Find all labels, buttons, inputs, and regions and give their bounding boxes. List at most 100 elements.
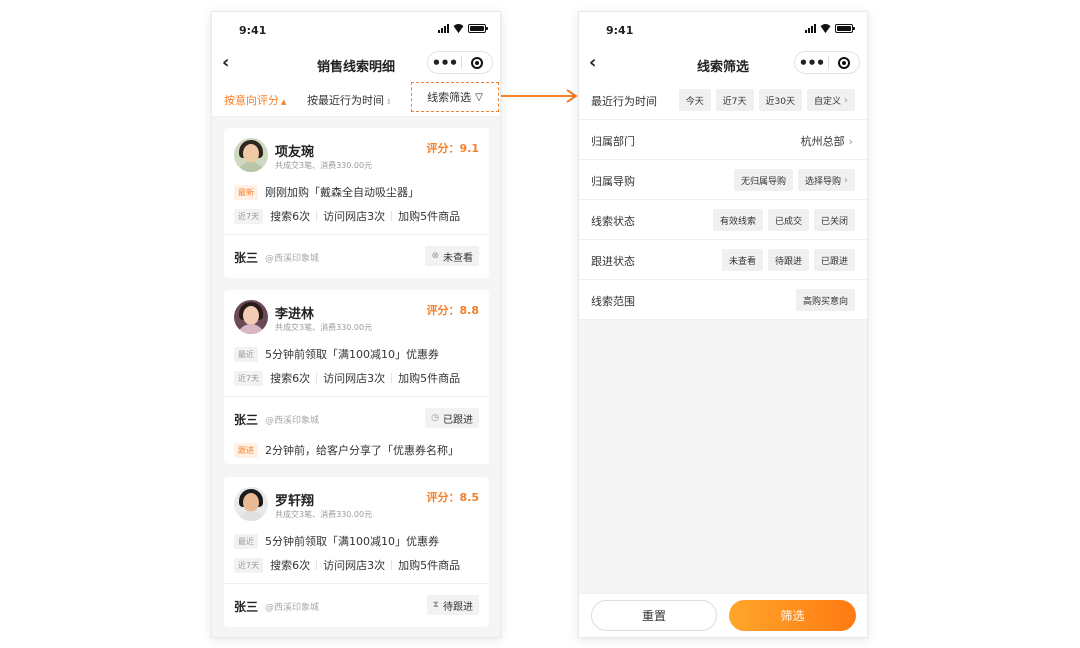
metric: 搜索6次 [270, 559, 311, 572]
sort-by-score[interactable]: 按意向评分 ▲︎ [224, 92, 286, 108]
event-tag: 最近 [234, 346, 258, 362]
chip-unviewed[interactable]: 未查看 [721, 249, 763, 271]
chip-custom[interactable]: 自定义 › [806, 89, 855, 111]
status-badge: ⊗ 未查看 [425, 246, 479, 266]
lead-deals: 共成交3笔、消费330.00元 [275, 161, 373, 170]
filter-label: 归属导购 [591, 175, 635, 188]
metric: 搜索6次 [270, 210, 311, 223]
chip-pending-follow[interactable]: 待跟进 [767, 249, 809, 271]
chip-today[interactable]: 今天 [678, 89, 711, 111]
apply-filter-button[interactable]: 筛选 [729, 600, 856, 631]
lead-deals: 共成交3笔、消费330.00元 [275, 323, 373, 332]
chip-valid-lead[interactable]: 有效线索 [712, 209, 763, 231]
filter-label: 线索状态 [591, 215, 635, 228]
lead-name: 项友琬 [275, 145, 315, 160]
battery-icon [835, 24, 855, 33]
flow-arrow-icon [501, 89, 578, 103]
lead-filter-button[interactable]: 线索筛选 ▽ [411, 82, 499, 112]
filter-row-lead-scope: 线索范围 高购买意向 [579, 280, 867, 320]
filter-icon: ▽ [475, 91, 483, 103]
chip-high-intent[interactable]: 高购买意向 [795, 289, 855, 311]
battery-icon [468, 24, 488, 33]
lead-score: 评分：8.8 [426, 304, 480, 317]
chevron-right-icon: › [844, 94, 848, 106]
bottom-action-bar: 重置 筛选 [579, 593, 867, 637]
store-name: @西溪印象城 [265, 603, 320, 613]
metric: 加购5件商品 [398, 210, 461, 223]
store-name: @西溪印象城 [265, 254, 320, 264]
staff-name: 张三 [234, 413, 259, 427]
avatar [234, 487, 268, 521]
metric: 加购5件商品 [398, 372, 461, 385]
filter-row-follow-status: 跟进状态 未查看 待跟进 已跟进 [579, 240, 867, 280]
avatar [234, 300, 268, 334]
store-name: @西溪印象城 [265, 416, 320, 426]
signal-icon [438, 24, 449, 33]
nav-bar: ‹ 线索筛选 ••• [579, 48, 867, 80]
mini-program-capsule: ••• [794, 51, 860, 74]
department-value[interactable]: 杭州总部 › [801, 133, 853, 149]
period-tag: 近7天 [234, 208, 264, 224]
lead-name: 罗轩翔 [275, 494, 315, 509]
period-tag: 近7天 [234, 557, 264, 573]
nav-bar: ‹ 销售线索明细 ••• [212, 48, 500, 80]
filter-label: 跟进状态 [591, 255, 635, 268]
hourglass-icon: ⧗ [432, 600, 439, 610]
lead-name: 李进林 [275, 307, 315, 322]
lead-list-screen: 9:41 ‹ 销售线索明细 ••• 按意向评分 ▲︎ 按最近行为时间 ↕ 线索筛选 … [211, 11, 501, 638]
more-icon[interactable]: ••• [428, 55, 461, 70]
status-badge: ◷ 已跟进 [425, 408, 479, 428]
follow-text: 2分钟前，给客户分享了「优惠券名称」 [265, 444, 459, 457]
filter-row-guide: 归属导购 无归属导购 选择导购 › [579, 160, 867, 200]
chip-no-guide[interactable]: 无归属导购 [733, 169, 793, 191]
signal-icon [805, 24, 816, 33]
lead-filter-screen: 9:41 ‹ 线索筛选 ••• 最近行为时间 今天 近7天 近30天 自定义 › … [578, 11, 868, 638]
chevron-right-icon: › [848, 135, 853, 148]
chip-30days[interactable]: 近30天 [758, 89, 802, 111]
filter-label: 最近行为时间 [591, 95, 657, 108]
close-target-icon[interactable] [829, 56, 859, 69]
event-text: 5分钟前领取「满100减10」优惠券 [265, 348, 439, 361]
status-time: 9:41 [239, 24, 267, 37]
period-tag: 近7天 [234, 370, 264, 386]
filter-row-recent-time: 最近行为时间 今天 近7天 近30天 自定义 › [579, 80, 867, 120]
chip-7days[interactable]: 近7天 [715, 89, 754, 111]
event-text: 刚刚加购「戴森全自动吸尘器」 [265, 186, 419, 199]
staff-name: 张三 [234, 600, 259, 614]
wifi-icon [453, 24, 464, 33]
reset-button[interactable]: 重置 [591, 600, 717, 631]
sort-bar: 按意向评分 ▲︎ 按最近行为时间 ↕ 线索筛选 ▽ [212, 80, 500, 117]
filter-row-department[interactable]: 归属部门 杭州总部 › [579, 120, 867, 160]
chip-closed-deal[interactable]: 已成交 [767, 209, 809, 231]
staff-name: 张三 [234, 251, 259, 265]
filter-row-lead-status: 线索状态 有效线索 已成交 已关闭 [579, 200, 867, 240]
lead-deals: 共成交3笔、消费330.00元 [275, 510, 373, 519]
lead-card[interactable]: 李进林 共成交3笔、消费330.00元 评分：8.8 最近 5分钟前领取「满10… [224, 290, 489, 464]
filter-label: 归属部门 [591, 135, 635, 148]
wifi-icon [820, 24, 831, 33]
close-circle-icon: ⊗ [431, 251, 439, 261]
close-target-icon[interactable] [462, 56, 492, 69]
metric: 访问网店3次 [323, 559, 386, 572]
more-icon[interactable]: ••• [795, 55, 828, 70]
sort-arrow-icon: ↕ [386, 98, 392, 106]
mini-program-capsule: ••• [427, 51, 493, 74]
sort-by-time[interactable]: 按最近行为时间 ↕ [307, 92, 392, 108]
lead-card[interactable]: 罗轩翔 共成交3笔、消费330.00元 评分：8.5 最近 5分钟前领取「满10… [224, 477, 489, 627]
metric: 访问网店3次 [323, 210, 386, 223]
metric: 加购5件商品 [398, 559, 461, 572]
event-text: 5分钟前领取「满100减10」优惠券 [265, 535, 439, 548]
avatar [234, 138, 268, 172]
filter-label: 线索范围 [591, 295, 635, 308]
chip-closed[interactable]: 已关闭 [813, 209, 855, 231]
status-time: 9:41 [606, 24, 634, 37]
metric: 搜索6次 [270, 372, 311, 385]
chip-select-guide[interactable]: 选择导购 › [797, 169, 855, 191]
sort-arrow-icon: ▲︎ [281, 98, 287, 106]
follow-tag: 跟进 [234, 442, 258, 458]
status-bar: 9:41 [579, 12, 867, 48]
event-tag: 最新 [234, 184, 258, 200]
metric: 访问网店3次 [323, 372, 386, 385]
chip-followed[interactable]: 已跟进 [813, 249, 855, 271]
lead-card[interactable]: 项友琬 共成交3笔、消费330.00元 评分：9.1 最新 刚刚加购「戴森全自动… [224, 128, 489, 278]
